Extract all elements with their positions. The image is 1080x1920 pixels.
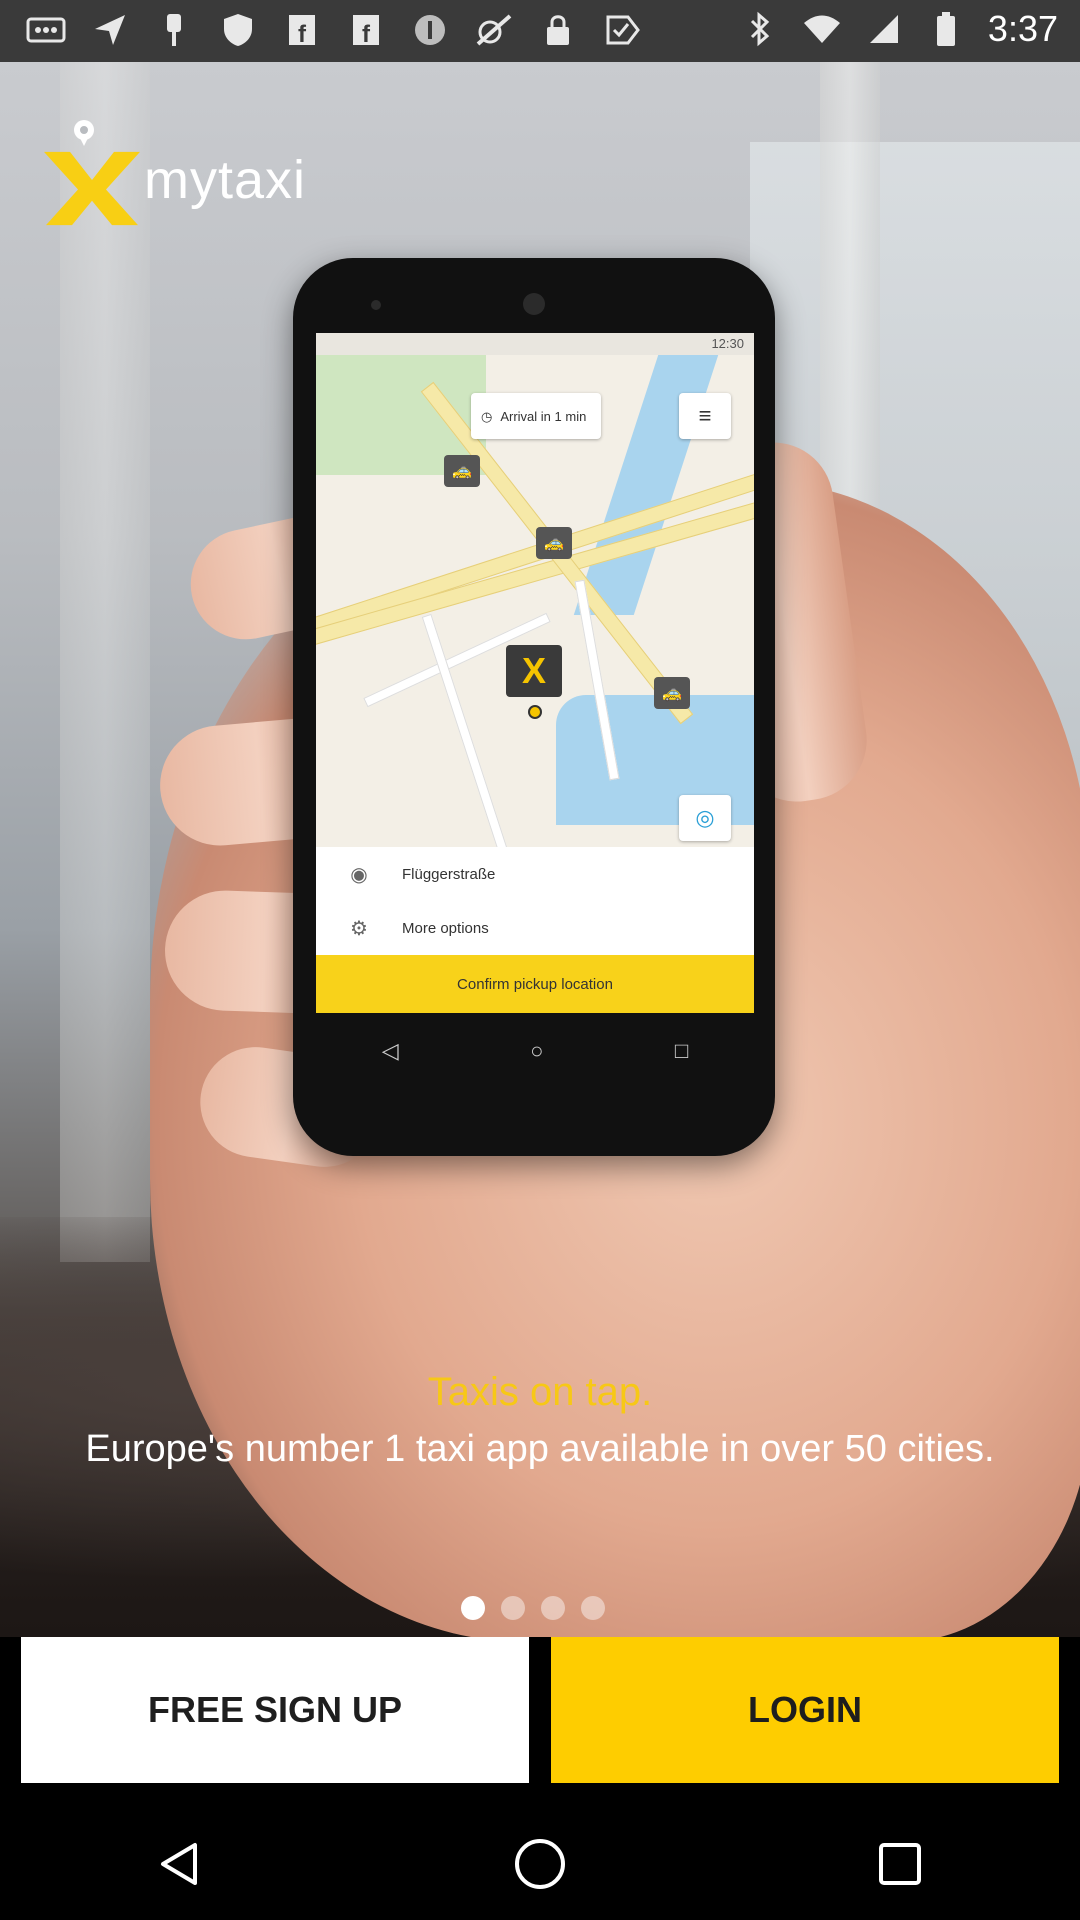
taxi-car-icon: 🚕 bbox=[536, 527, 572, 559]
page-dot-active[interactable] bbox=[461, 1596, 485, 1620]
radio-target-icon: ◉ bbox=[350, 863, 368, 886]
taxi-car-icon: 🚕 bbox=[444, 455, 480, 487]
recents-icon[interactable] bbox=[860, 1824, 940, 1904]
check-flag-icon bbox=[602, 10, 642, 50]
taxi-car-icon: 🚕 bbox=[654, 677, 690, 709]
page-indicator bbox=[461, 1596, 605, 1620]
confirm-pickup-bar: Confirm pickup location bbox=[316, 955, 754, 1013]
home-icon[interactable] bbox=[500, 1824, 580, 1904]
send-icon bbox=[90, 10, 130, 50]
more-options-row: ⚙ More options bbox=[316, 901, 754, 955]
pickup-dot bbox=[528, 705, 542, 719]
clock-icon: ◷ bbox=[481, 408, 493, 424]
circle-pause-icon bbox=[410, 10, 450, 50]
promo-subline: Europe's number 1 taxi app available in … bbox=[85, 1428, 995, 1470]
mytaxi-logo: mytaxi bbox=[40, 118, 306, 228]
facebook-icon: f bbox=[282, 10, 322, 50]
arrival-text: Arrival in 1 min bbox=[500, 408, 587, 424]
status-time: 3:37 bbox=[987, 8, 1058, 49]
bluetooth-icon bbox=[740, 9, 780, 49]
phone-camera bbox=[523, 293, 545, 315]
logo-x-icon bbox=[40, 118, 150, 228]
locate-icon: ◎ bbox=[679, 795, 731, 841]
signal-icon bbox=[864, 9, 904, 49]
wifi-icon bbox=[802, 9, 842, 49]
phone-screen: 12:30 ◷ Arrival in 1 min ≡ 🚕 🚕 🚕 X ◎ ◉ F… bbox=[316, 333, 754, 1013]
back-icon[interactable] bbox=[140, 1824, 220, 1904]
phone-mockup: 12:30 ◷ Arrival in 1 min ≡ 🚕 🚕 🚕 X ◎ ◉ F… bbox=[293, 258, 775, 1156]
page-dot[interactable] bbox=[541, 1596, 565, 1620]
lock-icon bbox=[538, 10, 578, 50]
login-button[interactable]: LOGIN bbox=[551, 1637, 1059, 1783]
map-menu-icon: ≡ bbox=[679, 393, 731, 439]
logo-text: mytaxi bbox=[144, 150, 307, 210]
pickup-x-marker-icon: X bbox=[506, 645, 562, 697]
facebook-icon: f bbox=[346, 10, 386, 50]
promo-tagline: Taxis on tap. bbox=[427, 1370, 653, 1414]
phone-nav-bar: ◁ ○ □ bbox=[316, 1026, 754, 1076]
phone-back-icon: ◁ bbox=[381, 1038, 399, 1063]
phone-status-time: 12:30 bbox=[316, 333, 754, 355]
fake-gps-icon bbox=[474, 10, 514, 50]
pin-icon bbox=[154, 10, 194, 50]
more-options-text: More options bbox=[402, 919, 489, 937]
page-dot[interactable] bbox=[581, 1596, 605, 1620]
system-nav-bar bbox=[0, 1807, 1080, 1920]
phone-sensor bbox=[371, 300, 381, 310]
address-row: ◉ Flüggerstraße bbox=[316, 847, 754, 902]
status-bar: f f 3:37 bbox=[0, 0, 1080, 62]
shield-icon bbox=[218, 10, 258, 50]
address-text: Flüggerstraße bbox=[402, 865, 496, 883]
page-dot[interactable] bbox=[501, 1596, 525, 1620]
phone-home-icon: ○ bbox=[530, 1038, 544, 1063]
map-view: ◷ Arrival in 1 min ≡ 🚕 🚕 🚕 X ◎ bbox=[316, 355, 754, 867]
gear-icon: ⚙ bbox=[350, 917, 368, 940]
background-pillar bbox=[60, 62, 150, 1262]
free-signup-button[interactable]: FREE SIGN UP bbox=[21, 1637, 529, 1783]
phone-recents-icon: □ bbox=[674, 1038, 689, 1063]
more-icon bbox=[26, 10, 66, 50]
svg-text:f: f bbox=[298, 21, 307, 47]
svg-text:f: f bbox=[362, 21, 371, 47]
battery-icon bbox=[926, 9, 966, 49]
arrival-chip: ◷ Arrival in 1 min bbox=[471, 393, 601, 439]
